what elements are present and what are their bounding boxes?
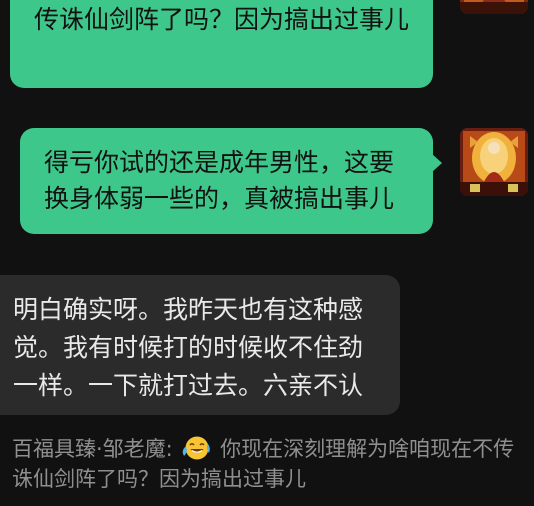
message-text: 得亏你试的还是成年男性，这要换身体弱一些的，真被搞出事儿 [44,148,395,213]
crying-laughing-emoji [183,436,211,460]
bubble-tail [432,154,442,172]
deity-portrait-icon [460,128,528,196]
self-avatar-top[interactable] [460,0,528,14]
message-text: 明白确实呀。我昨天也有这种感觉。我有时候打的时候收不住劲一样。一下就打过去。六亲… [13,295,364,400]
deity-portrait-icon [460,0,528,14]
self-avatar[interactable] [460,128,528,196]
message-bubble-incoming[interactable]: 明白确实呀。我昨天也有这种感觉。我有时候打的时候收不住劲一样。一下就打过去。六亲… [0,275,400,415]
quote-sender: 百福具臻·邹老魔: [12,437,173,461]
message-bubble-outgoing[interactable]: 传诛仙剑阵了吗？因为搞出过事儿 [10,0,433,88]
message-bubble-outgoing[interactable]: 得亏你试的还是成年男性，这要换身体弱一些的，真被搞出事儿 [20,128,442,234]
chat-view[interactable]: 传诛仙剑阵了吗？因为搞出过事儿 得亏你试的还是成年男性，这要换身体弱一些的，真被… [0,0,534,506]
quoted-message[interactable]: 百福具臻·邹老魔: 你现在深刻理解为啥咱现在不传诛仙剑阵了吗？因为搞出过事儿 [12,434,522,494]
message-text: 传诛仙剑阵了吗？因为搞出过事儿 [34,5,410,34]
